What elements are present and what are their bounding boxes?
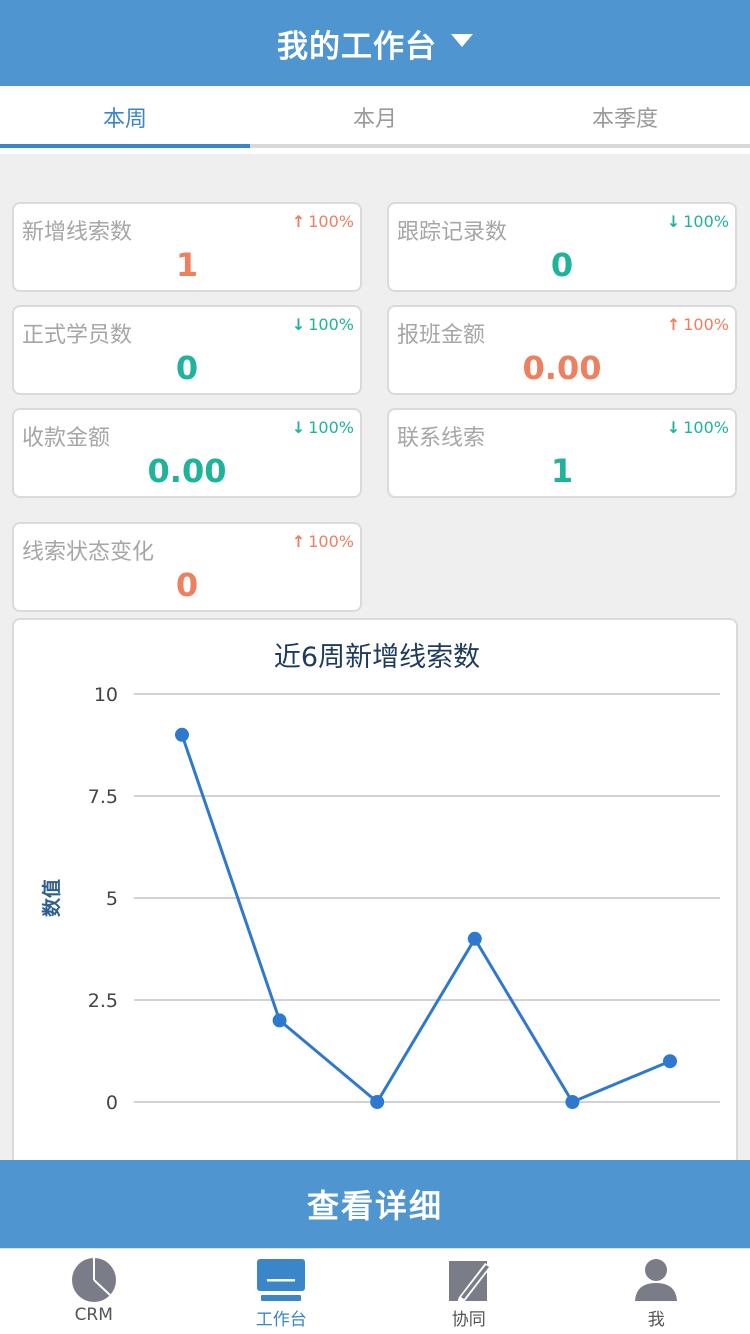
tabbar-item-me[interactable]: 我 (563, 1249, 750, 1334)
chart-panel: 近6周新增线索数数值 10 7.5 5 2.5 0 (12, 618, 738, 1178)
stat-card-contact-leads[interactable]: 联系线索 ↓ 100% 1 (387, 408, 737, 498)
data-point (565, 1095, 580, 1109)
stat-label: 联系线索 (397, 426, 486, 451)
data-point (272, 1013, 287, 1028)
stat-label: 新增线索数 (22, 220, 133, 245)
trend-badge: ↓ 100% (667, 212, 729, 231)
stat-label: 跟踪记录数 (397, 220, 508, 245)
data-point (370, 1095, 385, 1109)
stat-value: 0.00 (522, 349, 602, 387)
stat-value: 1 (175, 246, 199, 284)
stat-label: 正式学员数 (22, 323, 133, 348)
trend-percent: 100% (683, 315, 729, 334)
series-line (180, 734, 671, 1105)
pencil-note-icon (445, 1257, 493, 1303)
y-tick-label: 0 (106, 1092, 118, 1114)
y-tick-label: 5 (106, 888, 118, 910)
stat-card-students[interactable]: 正式学员数 ↓ 100% 0 (12, 305, 362, 395)
stat-card-new-leads[interactable]: 新增线索数 ↑ 100% 1 (12, 202, 362, 292)
stat-value: 0 (550, 246, 574, 284)
arrow-up-icon: ↑ (666, 315, 681, 334)
trend-percent: 100% (308, 418, 354, 437)
arrow-up-icon: ↑ (291, 532, 306, 551)
view-detail-button[interactable]: 查看详细 (0, 1160, 750, 1248)
trend-badge: ↓ 100% (292, 315, 354, 334)
trend-badge: ↑ 100% (667, 315, 729, 334)
tabbar-label: 工作台 (255, 1310, 307, 1330)
stat-value: 1 (550, 452, 574, 490)
stat-card-received-amount[interactable]: 收款金额 ↓ 100% 0.00 (12, 408, 362, 498)
pie-chart-icon (70, 1257, 118, 1303)
y-tick-label: 10 (94, 684, 118, 706)
page-title[interactable]: 我的工作台 (277, 21, 437, 66)
stat-label: 线索状态变化 (22, 540, 155, 565)
line-chart: 近6周新增线索数数值 10 7.5 5 2.5 0 (40, 642, 720, 1114)
trend-percent: 100% (308, 532, 354, 551)
trend-percent: 100% (308, 315, 354, 334)
data-point (467, 931, 482, 946)
trend-badge: ↑ 100% (292, 532, 354, 551)
tab-divider (0, 148, 750, 154)
trend-badge: ↓ 100% (292, 418, 354, 437)
monitor-icon (257, 1257, 306, 1303)
trend-percent: 100% (683, 418, 729, 437)
y-axis-label: 数值 (40, 879, 63, 917)
chart-title: 近6周新增线索数 (274, 642, 480, 673)
arrow-down-icon: ↓ (666, 418, 681, 437)
tabbar-item-collab[interactable]: 协同 (375, 1249, 563, 1334)
tab-this-quarter[interactable]: 本季度 (500, 86, 750, 148)
tabbar-item-crm[interactable]: CRM (0, 1249, 188, 1334)
trend-badge: ↓ 100% (667, 418, 729, 437)
arrow-up-icon: ↑ (291, 212, 306, 231)
trend-percent: 100% (308, 212, 354, 231)
dropdown-caret-icon[interactable] (451, 33, 473, 47)
stat-card-follow-records[interactable]: 跟踪记录数 ↓ 100% 0 (387, 202, 737, 292)
bottom-tabbar: CRM 工作台 协同 我 (0, 1248, 750, 1334)
tab-this-week[interactable]: 本周 (0, 86, 250, 148)
stat-label: 收款金额 (22, 426, 111, 451)
data-point (175, 727, 189, 742)
y-tick-label: 7.5 (88, 786, 118, 808)
stat-value: 0.00 (147, 452, 227, 490)
stat-card-lead-status-change[interactable]: 线索状态变化 ↑ 100% 0 (12, 522, 362, 612)
arrow-down-icon: ↓ (291, 418, 306, 437)
stat-label: 报班金额 (397, 323, 486, 348)
arrow-down-icon: ↓ (666, 212, 681, 231)
tab-this-month[interactable]: 本月 (250, 86, 500, 148)
tabbar-label: CRM (74, 1305, 113, 1325)
tabbar-label: 我 (647, 1310, 665, 1330)
data-point (663, 1054, 677, 1069)
stat-value: 0 (175, 566, 199, 604)
user-icon (632, 1257, 680, 1303)
arrow-down-icon: ↓ (291, 315, 306, 334)
header: 我的工作台 (0, 0, 750, 86)
y-tick-label: 2.5 (88, 990, 118, 1012)
tabbar-label: 协同 (451, 1310, 486, 1330)
trend-badge: ↑ 100% (292, 212, 354, 231)
trend-percent: 100% (683, 212, 729, 231)
period-tabs: 本周 本月 本季度 (0, 86, 750, 148)
tabbar-item-workbench[interactable]: 工作台 (188, 1249, 376, 1334)
stat-card-enroll-amount[interactable]: 报班金额 ↑ 100% 0.00 (387, 305, 737, 395)
stat-value: 0 (175, 349, 199, 387)
